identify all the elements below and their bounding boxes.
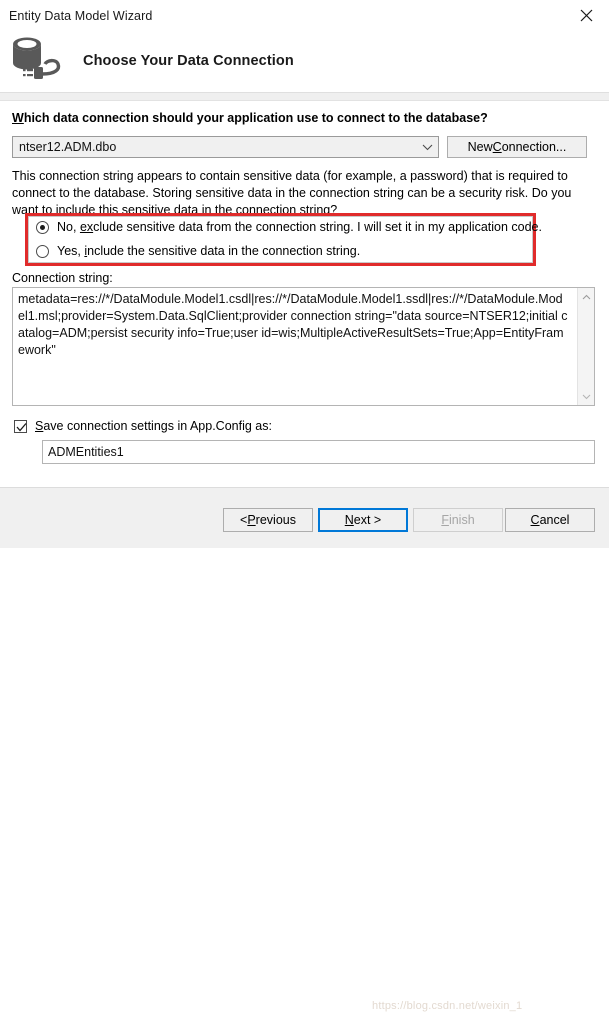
connection-question-label: Which data connection should your applic… (12, 111, 488, 125)
previous-label-suffix: revious (255, 513, 296, 527)
window-title: Entity Data Model Wizard (9, 8, 153, 23)
wizard-header: Choose Your Data Connection (0, 31, 609, 92)
radio-include-sensitive-data[interactable]: Yes, include the sensitive data in the c… (36, 244, 360, 258)
checkbox-mark (14, 419, 27, 433)
connection-dropdown-value: ntser12.ADM.dbo (19, 140, 117, 154)
wizard-footer: < Previous Next > Finish Cancel https://… (0, 488, 609, 1012)
cancel-label-accel: C (530, 513, 540, 527)
previous-button[interactable]: < Previous (223, 508, 313, 532)
radio-exclude-prefix: No, (57, 220, 80, 234)
connection-string-textarea[interactable]: metadata=res://*/DataModule.Model1.csdl|… (12, 287, 595, 406)
radio-exclude-suffix: clude sensitive data from the connection… (93, 220, 542, 234)
save-connection-checkbox[interactable]: Save connection settings in App.Config a… (14, 419, 272, 433)
finish-label-suffix: inish (448, 513, 475, 527)
checkmark-icon (16, 422, 27, 431)
close-button[interactable] (564, 0, 609, 31)
chevron-down-icon (416, 144, 438, 151)
next-label-accel: N (344, 513, 354, 527)
appconfig-name-input[interactable]: ADMEntities1 (42, 440, 595, 464)
connection-string-label: Connection string: (12, 271, 113, 285)
previous-label-accel: P (247, 513, 256, 527)
cancel-label-suffix: ancel (539, 513, 570, 527)
close-icon (580, 9, 593, 22)
cancel-button[interactable]: Cancel (505, 508, 595, 532)
wizard-body: Which data connection should your applic… (0, 101, 609, 487)
radio-include-suffix: nclude the sensitive data in the connect… (87, 244, 361, 258)
radio-exclude-accel: ex (79, 220, 94, 234)
chevron-up-icon[interactable] (578, 288, 594, 305)
save-connection-suffix: ave connection settings in App.Config as… (43, 419, 272, 433)
radio-button-mark (36, 220, 49, 234)
radio-exclude-label: No, exclude sensitive data from the conn… (57, 220, 542, 234)
save-connection-label: Save connection settings in App.Config a… (35, 419, 272, 433)
radio-include-prefix: Yes, (57, 244, 85, 258)
appconfig-name-value: ADMEntities1 (48, 445, 124, 459)
chevron-down-icon[interactable] (578, 388, 594, 405)
sensitive-data-note: This connection string appears to contai… (12, 169, 572, 217)
finish-button: Finish (413, 508, 503, 532)
watermark-text: https://blog.csdn.net/weixin_1 (372, 1000, 523, 1012)
next-label-suffix: ext > (353, 513, 382, 527)
new-connection-label-prefix: New (467, 140, 493, 154)
database-connection-icon (10, 33, 72, 89)
radio-exclude-sensitive-data[interactable]: No, exclude sensitive data from the conn… (36, 220, 542, 234)
previous-label-prefix: < (240, 513, 248, 527)
window-title-bar: Entity Data Model Wizard (0, 0, 609, 31)
new-connection-label-suffix: onnection... (501, 140, 567, 154)
next-button[interactable]: Next > (318, 508, 408, 532)
page-title: Choose Your Data Connection (83, 53, 294, 69)
new-connection-label-accel: C (492, 140, 502, 154)
connection-question-text: hich data connection should your applica… (23, 111, 488, 125)
connection-question-accel: W (12, 111, 24, 125)
radio-include-label: Yes, include the sensitive data in the c… (57, 244, 360, 258)
finish-label-accel: F (441, 513, 449, 527)
new-connection-button[interactable]: New Connection... (447, 136, 587, 158)
connection-string-scrollbar[interactable] (577, 288, 594, 405)
connection-dropdown[interactable]: ntser12.ADM.dbo (12, 136, 439, 158)
connection-string-value: metadata=res://*/DataModule.Model1.csdl|… (18, 292, 568, 357)
radio-button-mark (36, 244, 49, 258)
